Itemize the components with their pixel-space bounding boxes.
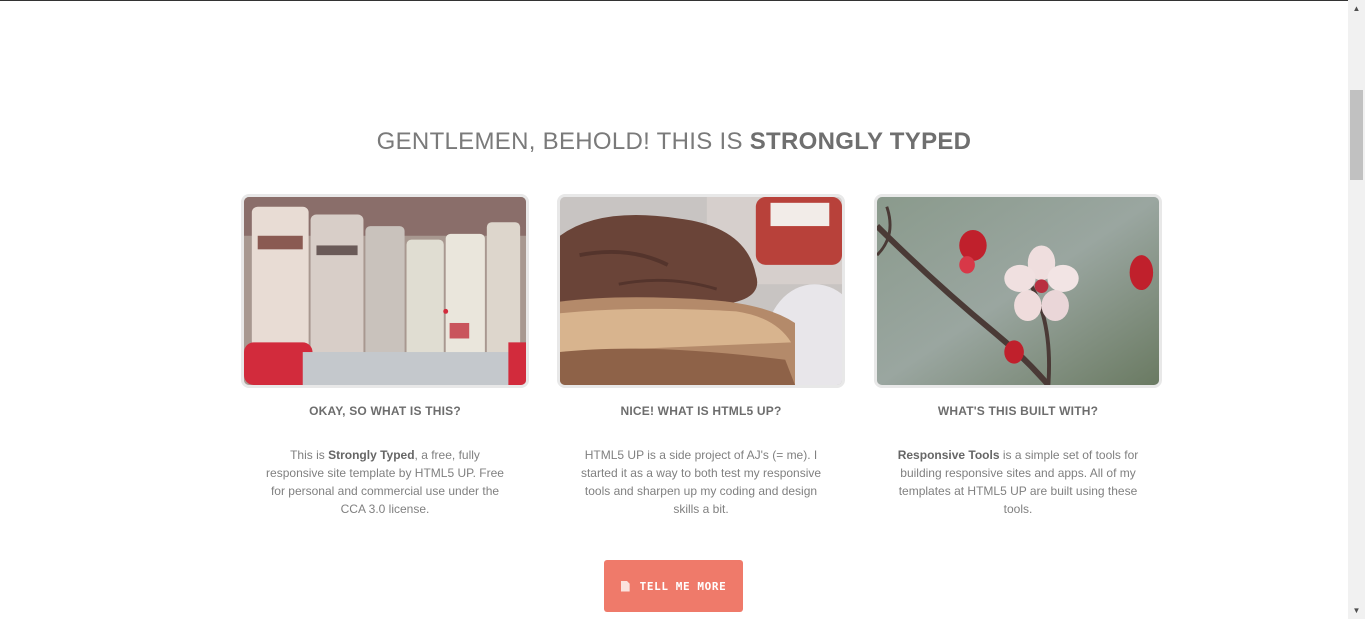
blossom-photo[interactable] xyxy=(874,194,1162,388)
features-row: OKAY, SO WHAT IS THIS? This is Strongly … xyxy=(241,194,1163,524)
feature-description: HTML5 UP is a side project of AJ's (= me… xyxy=(580,448,822,516)
feature-card: OKAY, SO WHAT IS THIS? This is Strongly … xyxy=(241,194,529,518)
feature-bold-text: Responsive Tools xyxy=(897,448,1000,462)
feature-card: WHAT'S THIS BUILT WITH? Responsive Tools… xyxy=(874,194,1162,518)
toast-photo[interactable] xyxy=(557,194,845,388)
feature-title: WHAT'S THIS BUILT WITH? xyxy=(937,404,1099,418)
books-photo[interactable] xyxy=(241,194,529,388)
document-icon xyxy=(620,580,630,592)
section-heading: GENTLEMEN, BEHOLD! THIS IS STRONGLY TYPE… xyxy=(0,128,1348,156)
feature-title: OKAY, SO WHAT IS THIS? xyxy=(309,404,461,418)
tell-me-more-label: TELL ME MORE xyxy=(639,579,727,593)
page: GENTLEMEN, BEHOLD! THIS IS STRONGLY TYPE… xyxy=(0,0,1348,619)
scroll-down-arrow-icon[interactable]: ▼ xyxy=(1348,602,1365,619)
feature-description: Responsive Tools is a simple set of tool… xyxy=(897,448,1139,516)
feature-card: NICE! WHAT IS HTML5 UP? HTML5 UP is a si… xyxy=(557,194,845,518)
feature-bold-text: Strongly Typed xyxy=(328,448,415,462)
vertical-scrollbar[interactable]: ▲ ▼ xyxy=(1348,0,1365,619)
heading-emphasis: STRONGLY TYPED xyxy=(749,128,972,155)
heading-prefix: GENTLEMEN, BEHOLD! THIS IS xyxy=(376,128,743,155)
scrollbar-thumb[interactable] xyxy=(1350,90,1363,180)
feature-description: This is Strongly Typed, a free, fully re… xyxy=(266,448,504,516)
tell-me-more-button[interactable]: TELL ME MORE xyxy=(604,560,743,612)
scroll-up-arrow-icon[interactable]: ▲ xyxy=(1348,0,1365,17)
feature-title: NICE! WHAT IS HTML5 UP? xyxy=(620,404,782,418)
top-border xyxy=(0,0,1348,1)
